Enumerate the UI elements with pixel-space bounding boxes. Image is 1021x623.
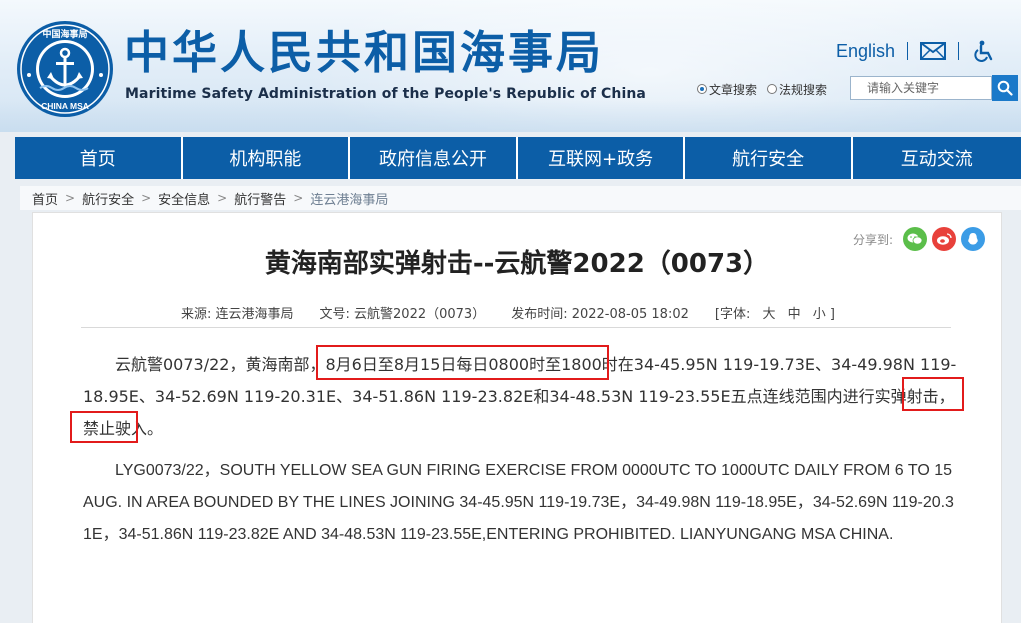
radio-label: 法规搜索: [779, 82, 828, 97]
highlight-box-date-range: [316, 345, 609, 380]
nav-item-e-gov[interactable]: 互联网+政务: [518, 137, 686, 179]
english-link[interactable]: English: [836, 41, 895, 62]
highlight-box-prohibited: [902, 377, 964, 411]
top-links: English: [836, 38, 997, 64]
meta-divider: [81, 327, 951, 328]
nav-item-interaction[interactable]: 互动交流: [853, 137, 1021, 179]
nav-item-gov-info[interactable]: 政府信息公开: [350, 137, 518, 179]
radio-label: 文章搜索: [709, 82, 758, 97]
chevron-right-icon: >: [293, 191, 304, 205]
nav-item-functions[interactable]: 机构职能: [183, 137, 351, 179]
article-title: 黄海南部实弹射击--云航警2022（0073）: [264, 249, 770, 279]
font-size-controls: [字体: 大 中 小 ]: [715, 303, 843, 322]
emblem-text-bottom: CHINA MSA: [41, 101, 89, 111]
accessibility-icon[interactable]: [971, 40, 997, 62]
article-paragraph-en: LYG0073/22，SOUTH YELLOW SEA GUN FIRING E…: [83, 462, 954, 543]
article-panel: 分享到: 黄海南部实弹射击--云航警2022（0073） 来源: 连云港海事局 …: [32, 212, 1002, 623]
main-nav: 首页 机构职能 政府信息公开 互联网+政务 航行安全 互动交流: [15, 137, 1021, 179]
search-input[interactable]: 请输入关键字: [850, 76, 992, 100]
divider: [958, 42, 960, 60]
breadcrumb-item-home[interactable]: 首页: [32, 189, 58, 208]
site-title-en: Maritime Safety Administration of the Pe…: [125, 86, 646, 102]
meta-published: 发布时间: 2022-08-05 18:02: [511, 307, 689, 322]
divider: [907, 42, 909, 60]
radio-law-search[interactable]: 法规搜索: [767, 81, 827, 98]
chevron-right-icon: >: [65, 191, 76, 205]
meta-doc-number: 文号: 云航警2022（0073）: [319, 307, 486, 322]
site-title-cn[interactable]: 中华人民共和国海事局: [124, 26, 604, 80]
breadcrumb-item-warnings[interactable]: 航行警告: [234, 189, 286, 208]
highlight-box-prohibited-cont: [70, 411, 138, 443]
font-medium-button[interactable]: 中: [788, 307, 801, 322]
search-button[interactable]: [992, 75, 1018, 101]
meta-source: 来源: 连云港海事局: [181, 307, 294, 322]
breadcrumb: 首页 > 航行安全 > 安全信息 > 航行警告 > 连云港海事局: [20, 186, 1021, 210]
radio-dot[interactable]: [767, 84, 778, 94]
search-options: 文章搜索 法规搜索: [697, 77, 837, 101]
msa-emblem-logo[interactable]: 中国海事局 CHINA MSA: [16, 20, 114, 118]
site-header: 中国海事局 CHINA MSA 中华人民共和国海事局 Maritime Safe…: [0, 0, 1021, 132]
breadcrumb-item-current[interactable]: 连云港海事局: [310, 189, 388, 208]
search-icon: [997, 80, 1013, 96]
mail-icon[interactable]: [920, 40, 947, 62]
nav-item-nav-safety[interactable]: 航行安全: [685, 137, 853, 179]
radio-dot[interactable]: [697, 84, 707, 94]
chevron-right-icon: >: [217, 191, 228, 205]
radio-article-search[interactable]: 文章搜索: [697, 81, 757, 98]
article-meta: 来源: 连云港海事局 文号: 云航警2022（0073） 发布时间: 2022-…: [181, 303, 843, 322]
chevron-right-icon: >: [141, 191, 152, 205]
nav-item-home[interactable]: 首页: [15, 137, 183, 179]
font-large-button[interactable]: 大: [762, 307, 775, 322]
font-size-label: [字体:: [714, 307, 751, 322]
emblem-text-top: 中国海事局: [42, 28, 87, 40]
header-decoration-bottom: [0, 100, 1021, 132]
breadcrumb-item-nav-safety[interactable]: 航行安全: [82, 189, 134, 208]
breadcrumb-item-safety-info[interactable]: 安全信息: [158, 189, 210, 208]
font-small-button[interactable]: 小 ]: [813, 307, 835, 322]
